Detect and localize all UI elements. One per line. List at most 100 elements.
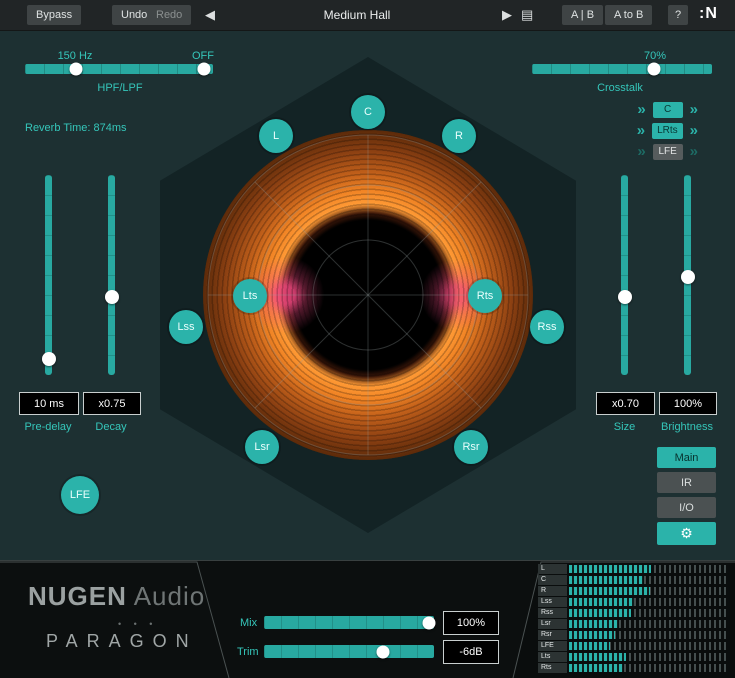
mix-handle[interactable] [422, 616, 435, 629]
trim-value[interactable]: -6dB [443, 640, 499, 664]
size-fader[interactable] [621, 175, 628, 375]
meter-row: L [538, 564, 727, 574]
meter-channel-label: Rsr [538, 630, 567, 640]
preset-name[interactable]: Medium Hall [277, 8, 437, 22]
meter-track [569, 576, 727, 584]
meter-row: Rsr [538, 630, 727, 640]
ab-compare-button[interactable]: A | B [562, 5, 603, 25]
routing-row-c: » C » [580, 101, 698, 118]
hpf-handle[interactable] [69, 63, 82, 76]
predelay-handle[interactable] [42, 352, 56, 366]
next-preset-icon[interactable]: ▶ [502, 7, 512, 23]
meter-channel-label: L [538, 564, 567, 574]
trim-handle[interactable] [377, 645, 390, 658]
routing-lfe-button[interactable]: LFE [653, 144, 683, 160]
decay-label: Decay [83, 421, 139, 433]
meter-bar [569, 576, 643, 584]
meter-row: Lts [538, 652, 727, 662]
meter-row: Rss [538, 608, 727, 618]
reverb-time-readout: Reverb Time: 874ms [25, 122, 126, 134]
crosstalk-label: Crosstalk [560, 82, 680, 94]
route-in-chevron-icon[interactable]: » [637, 124, 645, 138]
routing-c-button[interactable]: C [653, 102, 683, 118]
channel-node-lss[interactable]: Lss [169, 310, 203, 344]
a-to-b-button[interactable]: A to B [605, 5, 652, 25]
meter-bar [569, 609, 631, 617]
channel-node-rsr[interactable]: Rsr [454, 430, 488, 464]
decay-fader[interactable] [108, 175, 115, 375]
brightness-fader[interactable] [684, 175, 691, 375]
meter-row: Lss [538, 597, 727, 607]
meter-bar [569, 620, 618, 628]
lpf-handle[interactable] [197, 63, 210, 76]
main-view-button[interactable]: Main [657, 447, 716, 468]
meter-channel-label: Rts [538, 663, 567, 673]
route-out-chevron-icon[interactable]: » [690, 103, 698, 117]
routing-row-lfe: » LFE » [580, 143, 698, 160]
help-button[interactable]: ? [668, 5, 688, 25]
decay-value[interactable]: x0.75 [83, 392, 141, 415]
trim-slider[interactable] [264, 645, 434, 658]
nugen-logo-icon: :N [699, 5, 718, 23]
meter-bar [569, 565, 651, 573]
meter-track [569, 653, 727, 661]
mix-label: Mix [240, 617, 257, 629]
trim-label: Trim [237, 646, 259, 658]
crosstalk-slider[interactable] [532, 64, 712, 74]
predelay-fader[interactable] [45, 175, 52, 375]
channel-node-r[interactable]: R [442, 119, 476, 153]
ir-view-button[interactable]: IR [657, 472, 716, 493]
meter-row: R [538, 586, 727, 596]
channel-node-l[interactable]: L [259, 119, 293, 153]
channel-node-rts[interactable]: Rts [468, 279, 502, 313]
meter-channel-label: Lss [538, 597, 567, 607]
hpf-lpf-slider[interactable] [25, 64, 213, 74]
bypass-button[interactable]: Bypass [27, 5, 81, 25]
mix-value[interactable]: 100% [443, 611, 499, 635]
top-toolbar: Bypass Undo Redo ◀ Medium Hall ▶ ▤ A | B… [0, 0, 735, 31]
size-value[interactable]: x0.70 [596, 392, 655, 415]
meter-track [569, 642, 727, 650]
brightness-value[interactable]: 100% [659, 392, 717, 415]
meter-channel-label: Lsr [538, 619, 567, 629]
meter-track [569, 598, 727, 606]
footer-bar: NUGEN Audio • • • PARAGON Mix 100% Trim … [0, 560, 735, 678]
brand-secondary: Audio [134, 581, 206, 611]
channel-node-lsr[interactable]: Lsr [245, 430, 279, 464]
preset-list-icon[interactable]: ▤ [521, 7, 533, 23]
meter-bar [569, 587, 650, 595]
mix-slider[interactable] [264, 616, 434, 629]
channel-node-rss[interactable]: Rss [530, 310, 564, 344]
hpf-value-label: 150 Hz [50, 50, 100, 62]
meter-track [569, 620, 727, 628]
channel-node-lfe[interactable]: LFE [61, 476, 99, 514]
brightness-handle[interactable] [681, 270, 695, 284]
predelay-value[interactable]: 10 ms [19, 392, 79, 415]
crosstalk-handle[interactable] [648, 63, 661, 76]
redo-button[interactable]: Redo [147, 5, 191, 25]
meter-bar [569, 631, 615, 639]
gear-icon[interactable]: ⚙ [657, 522, 716, 545]
channel-node-c[interactable]: C [351, 95, 385, 129]
meter-track [569, 631, 727, 639]
io-view-button[interactable]: I/O [657, 497, 716, 518]
lpf-value-label: OFF [178, 50, 228, 62]
meter-track [569, 587, 727, 595]
product-name: PARAGON [46, 631, 198, 652]
meter-row: Lsr [538, 619, 727, 629]
route-in-chevron-icon[interactable]: » [637, 145, 645, 159]
decay-handle[interactable] [105, 290, 119, 304]
brand-dots-icon: • • • [118, 619, 157, 629]
previous-preset-icon[interactable]: ◀ [205, 7, 215, 23]
size-handle[interactable] [618, 290, 632, 304]
brand-primary: NUGEN [28, 581, 127, 611]
route-in-chevron-icon[interactable]: » [637, 103, 645, 117]
channel-node-lts[interactable]: Lts [233, 279, 267, 313]
meter-track [569, 609, 727, 617]
meter-track [569, 664, 727, 672]
brand-logo: NUGEN Audio [28, 581, 205, 612]
route-out-chevron-icon[interactable]: » [690, 145, 698, 159]
meter-channel-label: Lts [538, 652, 567, 662]
route-out-chevron-icon[interactable]: » [690, 124, 698, 138]
routing-lrts-button[interactable]: LRts [652, 123, 683, 139]
